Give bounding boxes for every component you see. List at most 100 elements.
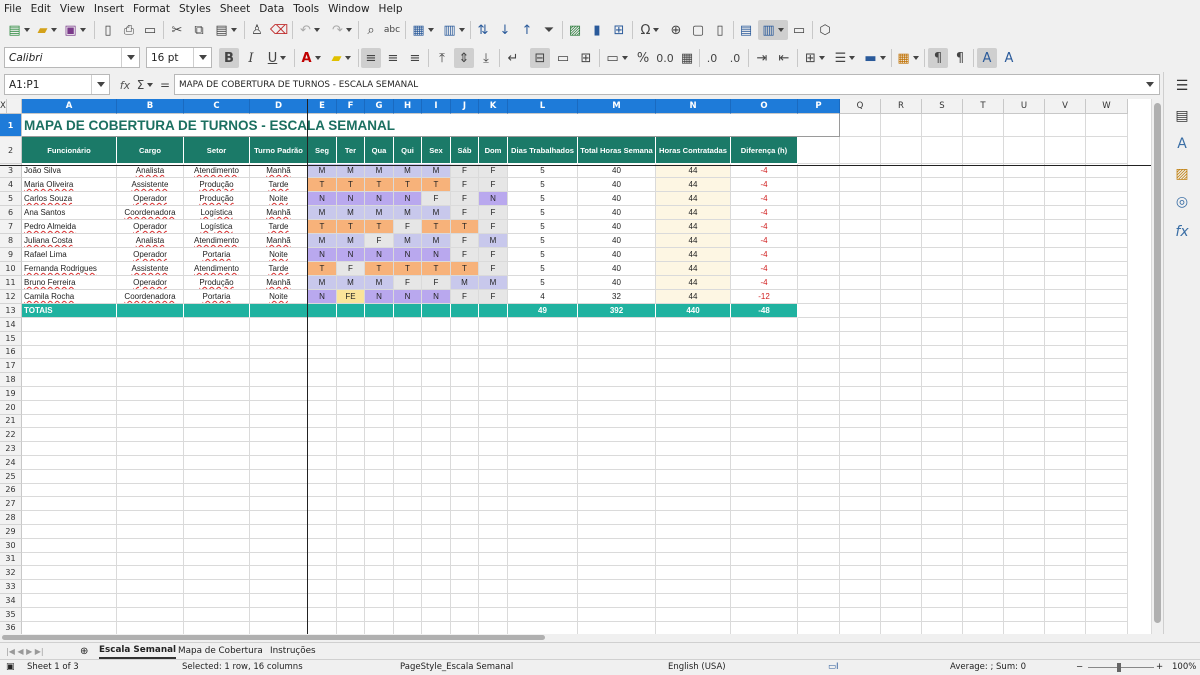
cell[interactable] xyxy=(1086,497,1128,512)
cell[interactable] xyxy=(840,373,881,387)
shift-cell[interactable]: M xyxy=(308,234,337,248)
row-header-31[interactable]: 31 xyxy=(0,552,22,567)
cell[interactable] xyxy=(1045,262,1086,276)
cell[interactable] xyxy=(963,387,1004,401)
cell[interactable] xyxy=(840,276,881,290)
align-center-icon[interactable]: ≡ xyxy=(383,48,403,68)
cell[interactable] xyxy=(881,206,922,220)
cell[interactable] xyxy=(422,580,451,594)
cell[interactable] xyxy=(922,483,963,498)
cell[interactable] xyxy=(840,178,881,192)
chevron-down-icon[interactable] xyxy=(91,75,109,94)
cell[interactable] xyxy=(881,414,922,429)
paste-icon[interactable]: ▤ xyxy=(212,20,240,40)
cell[interactable] xyxy=(451,359,479,374)
cell[interactable] xyxy=(508,566,578,581)
cell[interactable] xyxy=(656,331,731,346)
cell[interactable] xyxy=(731,400,798,415)
shift-cell[interactable]: N xyxy=(394,248,422,262)
cell[interactable] xyxy=(22,414,117,429)
new-document-icon[interactable]: ▤ xyxy=(6,20,32,40)
cell[interactable] xyxy=(22,621,117,634)
cell[interactable] xyxy=(922,511,963,525)
cell[interactable] xyxy=(451,400,479,415)
cell[interactable] xyxy=(479,594,508,608)
cell[interactable] xyxy=(508,497,578,512)
cell[interactable] xyxy=(394,442,422,456)
name-box[interactable]: A1:P1 xyxy=(4,74,110,95)
cell[interactable] xyxy=(798,525,840,539)
cell[interactable] xyxy=(578,345,656,360)
cell[interactable] xyxy=(365,359,394,374)
cell[interactable] xyxy=(1045,580,1086,594)
cell[interactable] xyxy=(798,206,840,220)
cell[interactable] xyxy=(656,414,731,429)
cell[interactable] xyxy=(422,525,451,539)
cell[interactable] xyxy=(1086,262,1128,276)
cell[interactable] xyxy=(798,497,840,512)
cell[interactable] xyxy=(798,178,840,192)
cell[interactable] xyxy=(365,373,394,387)
cell[interactable] xyxy=(922,137,963,164)
cell[interactable] xyxy=(394,373,422,387)
cell[interactable] xyxy=(508,594,578,608)
cell[interactable] xyxy=(22,511,117,525)
cell[interactable] xyxy=(798,373,840,387)
cell[interactable] xyxy=(881,304,922,318)
cell[interactable] xyxy=(922,248,963,262)
horas-contratadas-cell[interactable]: 44 xyxy=(656,192,731,206)
cell[interactable] xyxy=(308,400,337,415)
shift-cell[interactable]: M xyxy=(337,276,365,290)
turno-cell[interactable]: Tarde xyxy=(250,262,308,276)
horas-contratadas-cell[interactable]: 44 xyxy=(656,206,731,220)
cell[interactable] xyxy=(963,137,1004,164)
cell[interactable] xyxy=(798,220,840,234)
cell[interactable] xyxy=(1004,359,1045,374)
shift-cell[interactable]: F xyxy=(451,192,479,206)
cell[interactable] xyxy=(963,373,1004,387)
undo-icon[interactable]: ↶ xyxy=(296,20,324,40)
setor-cell[interactable]: Portaria xyxy=(184,248,250,262)
cell[interactable] xyxy=(479,345,508,360)
row-header-14[interactable]: 14 xyxy=(0,318,22,332)
diferenca-cell[interactable]: -4 xyxy=(731,192,798,206)
cell[interactable] xyxy=(881,318,922,332)
cell[interactable] xyxy=(840,220,881,234)
cell[interactable] xyxy=(451,373,479,387)
cell[interactable] xyxy=(117,483,184,498)
diferenca-cell[interactable]: -4 xyxy=(731,178,798,192)
column-header-v[interactable]: V xyxy=(1045,99,1086,114)
shift-cell[interactable]: F xyxy=(422,192,451,206)
cell[interactable] xyxy=(922,594,963,608)
cell[interactable] xyxy=(308,580,337,594)
cell[interactable] xyxy=(365,552,394,567)
cell[interactable] xyxy=(479,359,508,374)
cell[interactable] xyxy=(250,525,308,539)
cell[interactable] xyxy=(250,400,308,415)
horas-contratadas-cell[interactable]: 44 xyxy=(656,164,731,178)
column-header-h[interactable]: H xyxy=(394,99,422,114)
cell[interactable] xyxy=(922,442,963,456)
cell[interactable] xyxy=(508,525,578,539)
cell[interactable] xyxy=(881,234,922,248)
properties-icon[interactable]: ▤ xyxy=(1172,106,1192,126)
cell[interactable] xyxy=(422,428,451,443)
right-to-left-icon[interactable]: ¶ xyxy=(950,48,970,68)
shift-cell[interactable]: T xyxy=(337,220,365,234)
cell[interactable] xyxy=(22,359,117,374)
cell[interactable] xyxy=(184,607,250,622)
cell[interactable] xyxy=(656,345,731,360)
cell[interactable] xyxy=(881,373,922,387)
header-cell[interactable]: Diferença (h) xyxy=(731,137,798,164)
column-header-o[interactable]: O xyxy=(731,99,798,114)
cell[interactable] xyxy=(508,469,578,484)
menu-sheet[interactable]: Sheet xyxy=(220,3,250,15)
cargo-cell[interactable]: Assistente xyxy=(117,262,184,276)
row-header-1[interactable]: 1 xyxy=(0,114,22,137)
cell[interactable] xyxy=(250,428,308,443)
cell[interactable] xyxy=(881,511,922,525)
row-header-19[interactable]: 19 xyxy=(0,387,22,401)
cell[interactable] xyxy=(422,483,451,498)
cell[interactable] xyxy=(1086,164,1128,178)
cell[interactable] xyxy=(798,594,840,608)
